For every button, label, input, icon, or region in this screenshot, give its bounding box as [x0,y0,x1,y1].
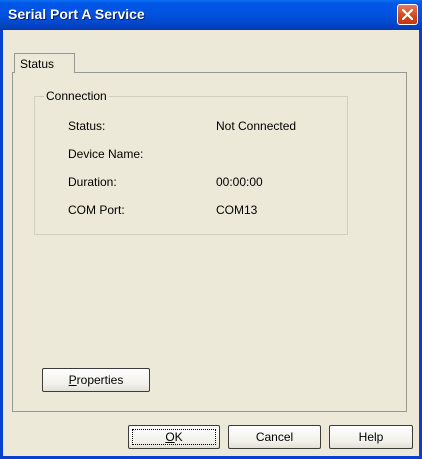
status-value: Not Connected [216,119,297,133]
title-bar[interactable]: Serial Port A Service [0,0,422,30]
cancel-label: Cancel [255,430,294,444]
ok-button[interactable]: OK [128,425,220,449]
properties-mnemonic: P [68,373,77,387]
window-title: Serial Port A Service [8,6,145,22]
ok-label: K [174,430,183,444]
tab-status[interactable]: Status [14,53,75,73]
close-icon [402,9,413,20]
properties-button[interactable]: Properties [42,368,150,392]
com-port-value: COM13 [216,203,258,217]
help-label: Help [358,430,384,444]
ok-mnemonic: O [165,430,175,444]
tab-status-label: Status [20,57,55,71]
connection-group-label: Connection [44,89,109,103]
com-port-label: COM Port: [68,203,125,217]
cancel-button[interactable]: Cancel [228,425,321,449]
help-button[interactable]: Help [329,425,413,449]
duration-label: Duration: [68,175,117,189]
duration-value: 00:00:00 [216,175,263,189]
properties-label: roperties [76,373,124,387]
close-button[interactable] [397,4,418,25]
status-label: Status: [68,119,106,133]
device-name-label: Device Name: [68,147,144,161]
